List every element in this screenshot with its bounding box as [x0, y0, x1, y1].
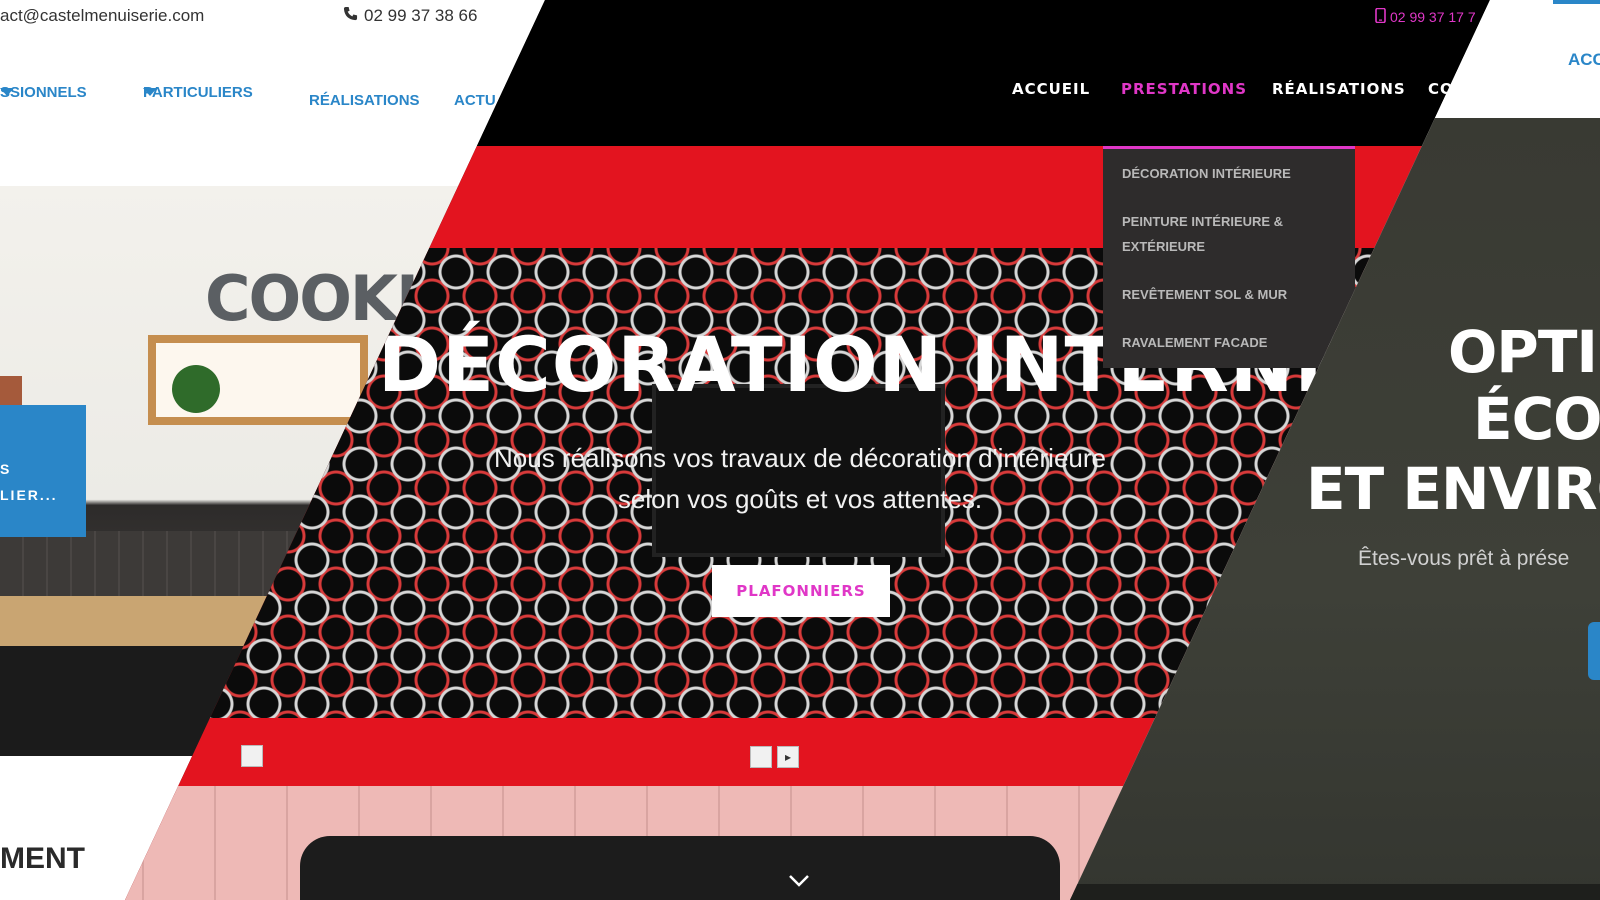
dropdown-item-revetement[interactable]: REVÊTEMENT SOL & MUR — [1122, 282, 1342, 307]
nav-item-prestations[interactable]: PRESTATIONS — [1121, 80, 1247, 98]
hero-title-line2: ÉCO — [1473, 385, 1600, 453]
left-main-nav: SSIONNELS PARTICULIERS RÉALISATIONS ACTU — [0, 84, 545, 116]
dropdown-item-ravalement[interactable]: RAVALEMENT FACADE — [1122, 330, 1342, 355]
coffee-table — [300, 836, 1060, 900]
nav-item-label: PARTICULIERS — [143, 83, 253, 101]
left-section-title: MENT — [0, 842, 85, 875]
contact-phone-link[interactable]: 02 99 37 38 66 — [343, 6, 477, 26]
phone-icon — [343, 6, 358, 26]
mobile-phone-icon — [1375, 7, 1386, 26]
slider-next-button[interactable]: ▸ — [777, 746, 799, 768]
left-topbar: act@castelmenuiserie.com 02 99 37 38 66 — [0, 0, 545, 36]
mobile-phone-link[interactable]: 02 99 37 17 7 — [1375, 7, 1476, 26]
hero-title-line3: ET ENVIRO — [1306, 455, 1600, 523]
slider-prev-button[interactable] — [241, 745, 263, 767]
chevron-down-icon[interactable] — [788, 874, 810, 888]
nav-item-realisations[interactable]: RÉALISATIONS — [1272, 80, 1406, 98]
slider-dot[interactable] — [750, 746, 772, 768]
mobile-phone-number: 02 99 37 17 7 — [1390, 9, 1476, 25]
promo-card-line1: S — [0, 461, 12, 477]
phone-number: 02 99 37 38 66 — [364, 6, 478, 25]
plant — [172, 365, 220, 413]
contact-email-link[interactable]: act@castelmenuiserie.com — [0, 6, 204, 26]
nav-item-accueil-right[interactable]: ACC — [1568, 50, 1600, 70]
dropdown-item-decoration[interactable]: DÉCORATION INTÉRIEURE — [1122, 161, 1342, 186]
hero-subtitle-line1: Nous réalisons vos travaux de décoration… — [494, 443, 1106, 473]
hero-cta-button[interactable] — [1588, 622, 1600, 680]
arrow-right-icon: ▸ — [784, 750, 792, 764]
caret-down-icon — [0, 88, 14, 96]
nav-item-actualites[interactable]: ACTU — [454, 92, 496, 109]
plafonniers-button[interactable]: PLAFONNIERS — [712, 565, 890, 617]
header-accent-bar — [1553, 0, 1600, 4]
nav-item-realisations[interactable]: RÉALISATIONS — [309, 92, 420, 109]
promo-card-line2: LIER... — [0, 487, 58, 503]
hero-subtitle: Êtes-vous prêt à prése — [1358, 547, 1570, 570]
hero-subtitle: Nous réalisons vos travaux de décoration… — [480, 438, 1120, 520]
nav-item-accueil[interactable]: ACCUEIL — [1012, 80, 1090, 98]
prestations-dropdown-menu: DÉCORATION INTÉRIEURE PEINTURE INTÉRIEUR… — [1103, 146, 1355, 368]
dropdown-item-peinture[interactable]: PEINTURE INTÉRIEURE & EXTÉRIEURE — [1122, 209, 1342, 259]
left-promo-card[interactable]: S LIER... — [0, 405, 86, 537]
hero-title-line1: OPTI — [1448, 318, 1598, 386]
caret-down-icon — [143, 88, 157, 96]
hero-subtitle-line2: selon vos goûts et vos attentes. — [617, 484, 983, 514]
